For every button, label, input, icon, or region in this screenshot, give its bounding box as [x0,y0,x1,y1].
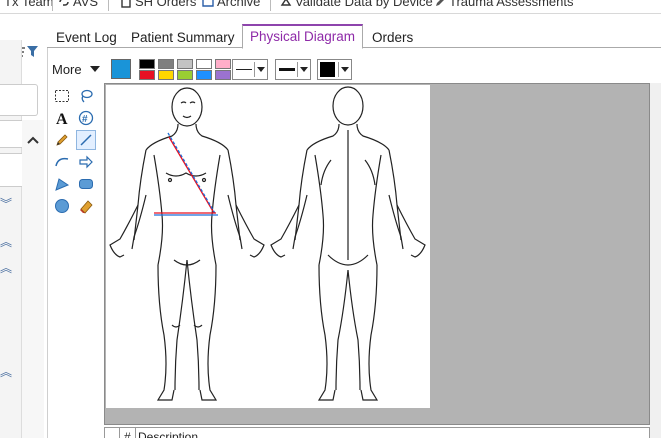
thick-line-icon [279,68,295,71]
drawn-blue-line [167,132,217,216]
trauma-assessments-label: Trauma Assessments [449,0,574,9]
fill-swatch [320,62,335,77]
color-swatch[interactable] [177,59,193,69]
chevron-double-up-icon[interactable]: ︽ [0,366,12,378]
column-number-header[interactable]: # [124,430,131,438]
polygon-icon[interactable] [52,174,72,194]
caret-down-icon [341,67,349,72]
chevron-double-down-icon[interactable]: ︾ [0,198,12,210]
color-swatch[interactable] [177,70,193,80]
more-menu[interactable]: More [52,62,82,77]
device-icon [280,0,292,6]
tab-label: Patient Summary [131,30,235,45]
left-panel: ︾ ︽ ︽ ︽ [0,40,38,438]
divider [338,62,339,77]
avs-label: AVS [73,0,99,9]
pencil-icon [436,0,444,6]
line-icon[interactable] [76,130,96,150]
ellipse-icon[interactable] [52,196,72,216]
line-weight-dropdown[interactable] [275,59,311,80]
clipboard-icon [121,0,131,8]
tx-team-label: Tx Team [4,0,54,9]
validate-data-label: Validate Data by Device [295,0,433,9]
body-back-figure [270,86,426,401]
body-diagram-sheet[interactable] [106,85,430,408]
link-icon [59,0,69,6]
select-rect-icon[interactable] [52,86,72,106]
tab-physical-diagram[interactable]: Physical Diagram [242,24,364,49]
left-panel-card[interactable] [0,84,38,116]
color-swatch[interactable] [215,59,231,69]
drawing-toolbar: More [47,54,661,84]
svg-text:#: # [82,114,88,125]
drawn-red-line [168,136,215,214]
pencil-icon[interactable] [52,130,72,150]
tab-label: Orders [372,30,414,45]
body-front-figure [109,87,265,401]
caret-down-icon[interactable] [90,66,100,72]
color-swatch[interactable] [139,59,155,69]
archive-icon [202,0,214,7]
tx-team-button[interactable]: Tx Team [4,0,54,9]
color-swatch[interactable] [196,70,212,80]
divider [108,0,109,11]
annotations-table-header: # Description [104,427,650,438]
chevron-double-up-icon[interactable]: ︽ [0,262,12,274]
tab-bar: Event Log Patient Summary Physical Diagr… [47,24,661,49]
body-diagram [109,86,426,401]
column-divider [119,428,120,438]
filter-icon[interactable] [27,46,38,58]
archive-button[interactable]: Archive [202,0,260,9]
eraser-icon[interactable] [76,196,96,216]
column-description-header[interactable]: Description [138,430,198,438]
divider [52,0,53,11]
svg-text:A: A [56,111,68,126]
right-scrollbar[interactable] [650,83,661,438]
sh-orders-label: SH Orders [135,0,197,9]
tool-palette: A # [52,86,100,226]
left-scrollbar[interactable] [22,120,44,438]
chevron-double-up-icon[interactable]: ︽ [0,236,12,248]
top-toolbar: Tx Team AVS SH Orders Archive Validate D… [0,0,661,14]
divider [270,0,271,11]
number-icon[interactable]: # [76,108,96,128]
thin-line-icon [236,69,252,70]
color-swatch[interactable] [215,70,231,80]
tab-patient-summary[interactable]: Patient Summary [124,29,242,48]
tab-label: Physical Diagram [250,29,356,44]
trauma-assessments-button[interactable]: Trauma Assessments [434,0,574,9]
column-divider [135,428,136,438]
archive-label: Archive [217,0,261,9]
arrow-icon[interactable] [76,152,96,172]
divider [47,48,48,438]
divider [297,62,298,77]
color-swatch[interactable] [158,59,174,69]
line-style-dropdown[interactable] [232,59,268,80]
lasso-icon[interactable] [76,86,96,106]
avs-button[interactable]: AVS [58,0,98,9]
text-icon[interactable]: A [52,108,72,128]
divider [254,62,255,77]
tab-label: Event Log [56,30,117,45]
drawing-canvas[interactable] [104,83,650,425]
color-swatch[interactable] [158,70,174,80]
tab-event-log[interactable]: Event Log [49,29,124,48]
color-swatch[interactable] [139,70,155,80]
rounded-rect-icon[interactable] [76,174,96,194]
fill-color-dropdown[interactable] [317,59,352,80]
color-swatch[interactable] [196,59,212,69]
caret-down-icon [257,67,265,72]
validate-data-button[interactable]: Validate Data by Device [280,0,433,9]
chevron-up-icon[interactable] [27,136,39,144]
caret-down-icon [300,67,308,72]
arc-icon[interactable] [52,152,72,172]
tab-orders[interactable]: Orders [365,29,420,48]
current-color-swatch[interactable] [111,59,131,79]
sh-orders-button[interactable]: SH Orders [120,0,196,9]
